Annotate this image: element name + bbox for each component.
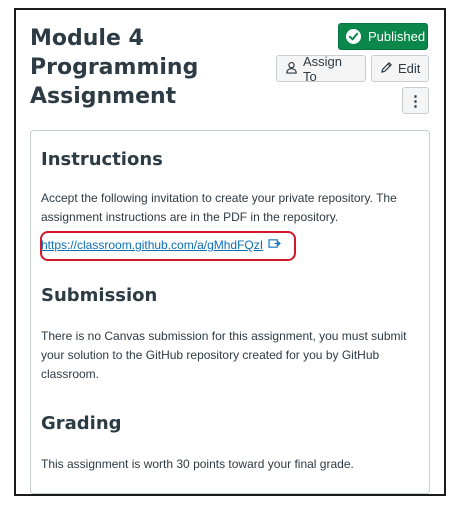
external-link-icon <box>268 238 281 252</box>
assignment-page: Module 4 Programming Assignment Publishe… <box>14 8 446 496</box>
pencil-icon <box>380 61 393 77</box>
published-button[interactable]: Published <box>338 23 428 50</box>
published-label: Published <box>368 29 426 44</box>
github-classroom-link[interactable]: https://classroom.github.com/a/gMhdFQzI <box>41 238 281 252</box>
submission-heading: Submission <box>41 285 158 306</box>
kebab-menu-icon[interactable]: ⋮ <box>402 87 429 114</box>
assign-to-label: Assign To <box>303 53 343 84</box>
instructions-text: Accept the following invitation to creat… <box>41 191 397 224</box>
submission-text: There is no Canvas submission for this a… <box>41 329 407 381</box>
check-icon <box>346 29 361 44</box>
page-title: Module 4 Programming Assignment <box>30 26 199 109</box>
github-classroom-link-text: https://classroom.github.com/a/gMhdFQzI <box>41 238 264 252</box>
grading-text: This assignment is worth 30 points towar… <box>41 457 354 471</box>
edit-button[interactable]: Edit <box>371 55 429 82</box>
assign-to-button[interactable]: Assign To <box>276 53 366 84</box>
assignment-description: Instructions Accept the following invita… <box>30 130 430 494</box>
instructions-heading: Instructions <box>41 149 163 170</box>
edit-label: Edit <box>398 61 421 76</box>
user-icon <box>285 61 298 77</box>
grading-heading: Grading <box>41 413 122 434</box>
